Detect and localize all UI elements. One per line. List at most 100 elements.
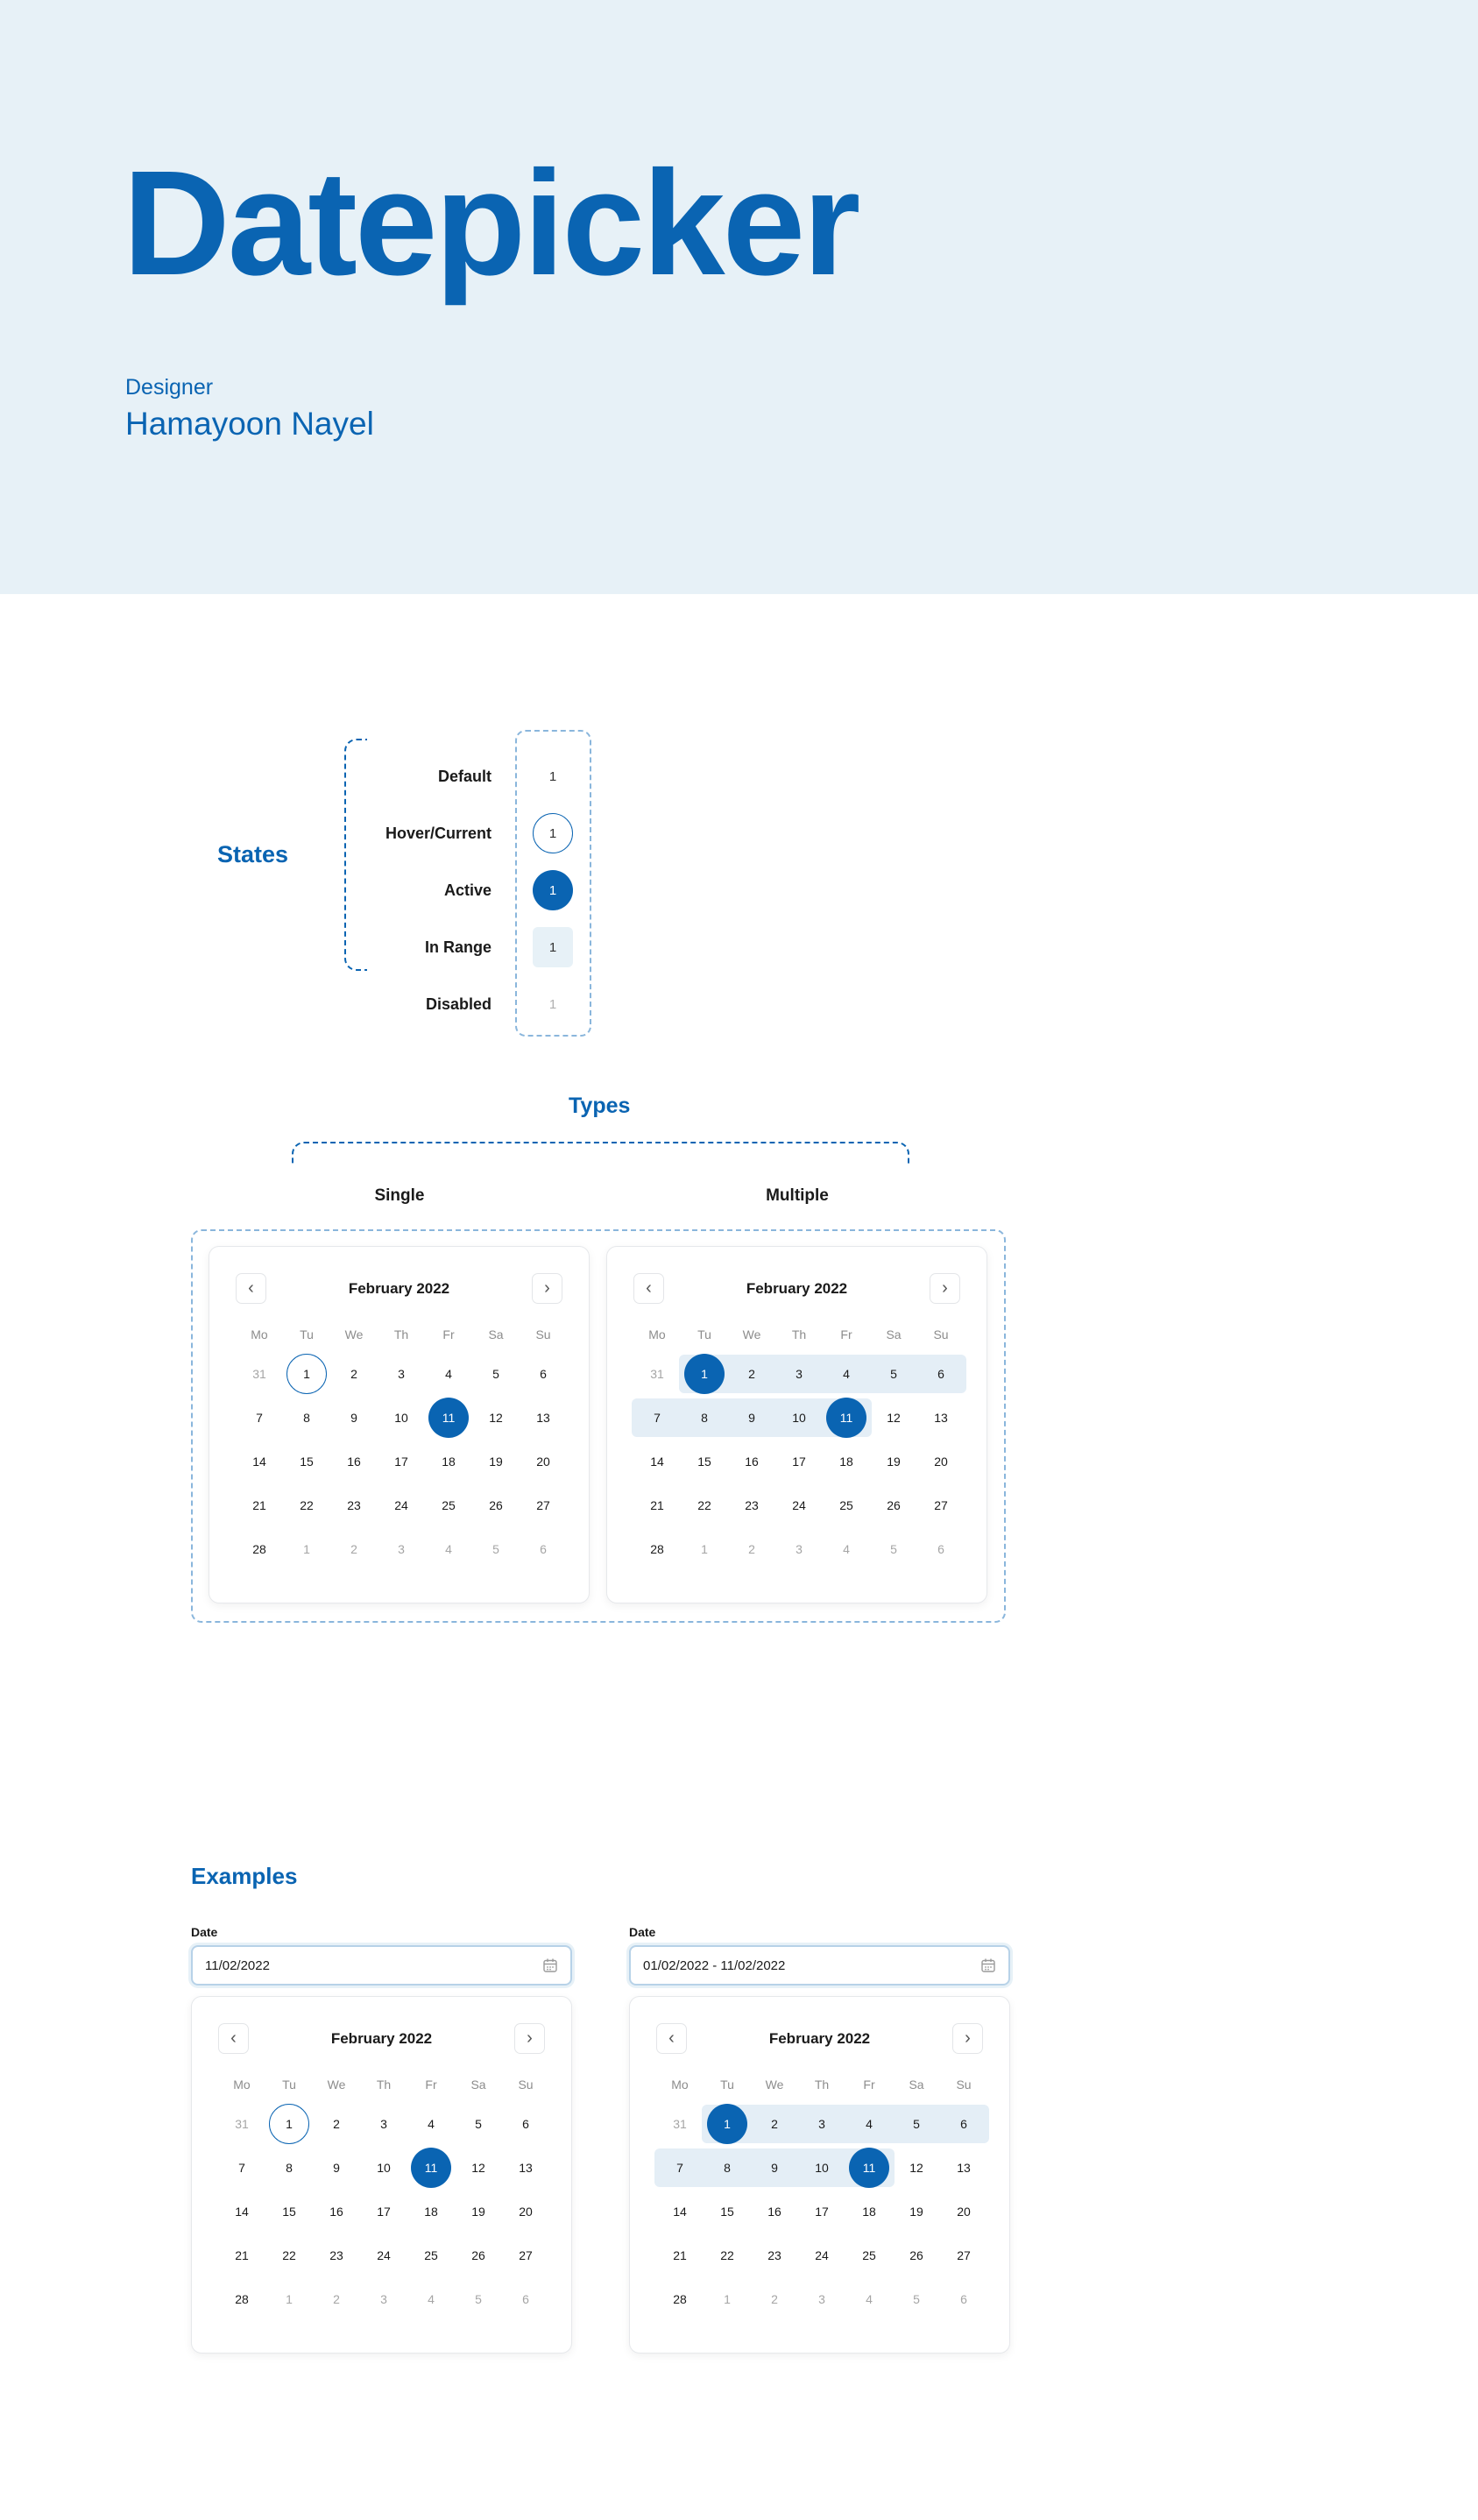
calendar-day[interactable]: 23 [313, 2233, 360, 2277]
date-input[interactable]: 11/02/2022 [191, 1945, 572, 1986]
calendar-day[interactable]: 12 [472, 1396, 520, 1440]
calendar-day[interactable]: 18 [407, 2190, 455, 2233]
calendar-day[interactable]: 19 [455, 2190, 502, 2233]
calendar-day[interactable]: 6 [917, 1352, 965, 1396]
calendar-day[interactable]: 20 [520, 1440, 567, 1483]
calendar-day[interactable]: 24 [378, 1483, 425, 1527]
calendar-day[interactable]: 3 [775, 1352, 823, 1396]
calendar-day[interactable]: 16 [751, 2190, 798, 2233]
calendar-day[interactable]: 2 [751, 2102, 798, 2146]
calendar-day[interactable]: 5 [472, 1352, 520, 1396]
calendar-day[interactable]: 19 [472, 1440, 520, 1483]
calendar-day[interactable]: 24 [775, 1483, 823, 1527]
calendar-day[interactable]: 10 [775, 1396, 823, 1440]
calendar-day[interactable]: 14 [218, 2190, 265, 2233]
calendar-day[interactable]: 25 [407, 2233, 455, 2277]
calendar-day[interactable]: 14 [656, 2190, 704, 2233]
calendar-day[interactable]: 19 [870, 1440, 917, 1483]
calendar-day[interactable]: 2 [313, 2102, 360, 2146]
calendar-day[interactable]: 17 [378, 1440, 425, 1483]
calendar-day[interactable]: 17 [775, 1440, 823, 1483]
calendar-day[interactable]: 11 [823, 1396, 870, 1440]
calendar-day[interactable]: 25 [845, 2233, 893, 2277]
calendar-day[interactable]: 5 [870, 1352, 917, 1396]
calendar-day[interactable]: 16 [330, 1440, 378, 1483]
calendar-day[interactable]: 28 [236, 1527, 283, 1571]
chevron-right-icon[interactable]: › [532, 1273, 562, 1304]
calendar-day[interactable]: 8 [265, 2146, 313, 2190]
calendar-day[interactable]: 12 [870, 1396, 917, 1440]
calendar-day[interactable]: 4 [425, 1352, 472, 1396]
calendar-day[interactable]: 5 [893, 2102, 940, 2146]
calendar-day[interactable]: 16 [313, 2190, 360, 2233]
calendar-day[interactable]: 27 [940, 2233, 987, 2277]
calendar-day[interactable]: 28 [656, 2277, 704, 2321]
calendar-day[interactable]: 4 [823, 1352, 870, 1396]
calendar-day[interactable]: 9 [313, 2146, 360, 2190]
calendar-day[interactable]: 25 [425, 1483, 472, 1527]
calendar-day[interactable]: 1 [265, 2102, 313, 2146]
calendar-day[interactable]: 12 [893, 2146, 940, 2190]
calendar-day[interactable]: 20 [502, 2190, 549, 2233]
chevron-right-icon[interactable]: › [514, 2023, 545, 2054]
calendar-day[interactable]: 6 [502, 2102, 549, 2146]
calendar-day[interactable]: 7 [236, 1396, 283, 1440]
calendar-day[interactable]: 18 [425, 1440, 472, 1483]
calendar-day[interactable]: 24 [360, 2233, 407, 2277]
chevron-right-icon[interactable]: › [952, 2023, 983, 2054]
calendar-day[interactable]: 4 [845, 2102, 893, 2146]
calendar-day[interactable]: 6 [520, 1352, 567, 1396]
calendar-day[interactable]: 26 [455, 2233, 502, 2277]
calendar-day[interactable]: 27 [502, 2233, 549, 2277]
chevron-right-icon[interactable]: › [930, 1273, 960, 1304]
calendar-day[interactable]: 7 [656, 2146, 704, 2190]
calendar-day[interactable]: 2 [330, 1352, 378, 1396]
calendar-day[interactable]: 28 [633, 1527, 681, 1571]
calendar-day[interactable]: 26 [893, 2233, 940, 2277]
calendar-day[interactable]: 10 [798, 2146, 845, 2190]
calendar-day[interactable]: 18 [845, 2190, 893, 2233]
calendar-day[interactable]: 16 [728, 1440, 775, 1483]
calendar-day[interactable]: 27 [520, 1483, 567, 1527]
calendar-day[interactable]: 26 [472, 1483, 520, 1527]
calendar-day[interactable]: 15 [681, 1440, 728, 1483]
calendar-day[interactable]: 12 [455, 2146, 502, 2190]
calendar-day[interactable]: 18 [823, 1440, 870, 1483]
calendar-day[interactable]: 1 [704, 2102, 751, 2146]
calendar-day[interactable]: 21 [633, 1483, 681, 1527]
calendar-day[interactable]: 6 [940, 2102, 987, 2146]
calendar-day[interactable]: 17 [360, 2190, 407, 2233]
calendar-day[interactable]: 21 [656, 2233, 704, 2277]
calendar-day[interactable]: 23 [728, 1483, 775, 1527]
date-range-input[interactable]: 01/02/2022 - 11/02/2022 [629, 1945, 1010, 1986]
calendar-day[interactable]: 23 [330, 1483, 378, 1527]
calendar-day[interactable]: 9 [728, 1396, 775, 1440]
calendar-day[interactable]: 15 [283, 1440, 330, 1483]
calendar-day[interactable]: 28 [218, 2277, 265, 2321]
calendar-day[interactable]: 2 [728, 1352, 775, 1396]
calendar-day[interactable]: 19 [893, 2190, 940, 2233]
calendar-day[interactable]: 20 [940, 2190, 987, 2233]
calendar-day[interactable]: 9 [330, 1396, 378, 1440]
calendar-day[interactable]: 11 [425, 1396, 472, 1440]
calendar-day[interactable]: 14 [633, 1440, 681, 1483]
calendar-day[interactable]: 21 [218, 2233, 265, 2277]
calendar-day[interactable]: 8 [681, 1396, 728, 1440]
calendar-day[interactable]: 22 [283, 1483, 330, 1527]
calendar-day[interactable]: 15 [704, 2190, 751, 2233]
calendar-day[interactable]: 4 [407, 2102, 455, 2146]
calendar-day[interactable]: 3 [378, 1352, 425, 1396]
calendar-day[interactable]: 14 [236, 1440, 283, 1483]
calendar-day[interactable]: 22 [681, 1483, 728, 1527]
calendar-day[interactable]: 8 [704, 2146, 751, 2190]
calendar-day[interactable]: 13 [940, 2146, 987, 2190]
calendar-day[interactable]: 13 [917, 1396, 965, 1440]
calendar-day[interactable]: 15 [265, 2190, 313, 2233]
calendar-day[interactable]: 1 [283, 1352, 330, 1396]
calendar-day[interactable]: 21 [236, 1483, 283, 1527]
calendar-icon[interactable] [542, 1957, 558, 1973]
calendar-day[interactable]: 22 [265, 2233, 313, 2277]
calendar-day[interactable]: 27 [917, 1483, 965, 1527]
calendar-day[interactable]: 7 [218, 2146, 265, 2190]
calendar-day[interactable]: 20 [917, 1440, 965, 1483]
